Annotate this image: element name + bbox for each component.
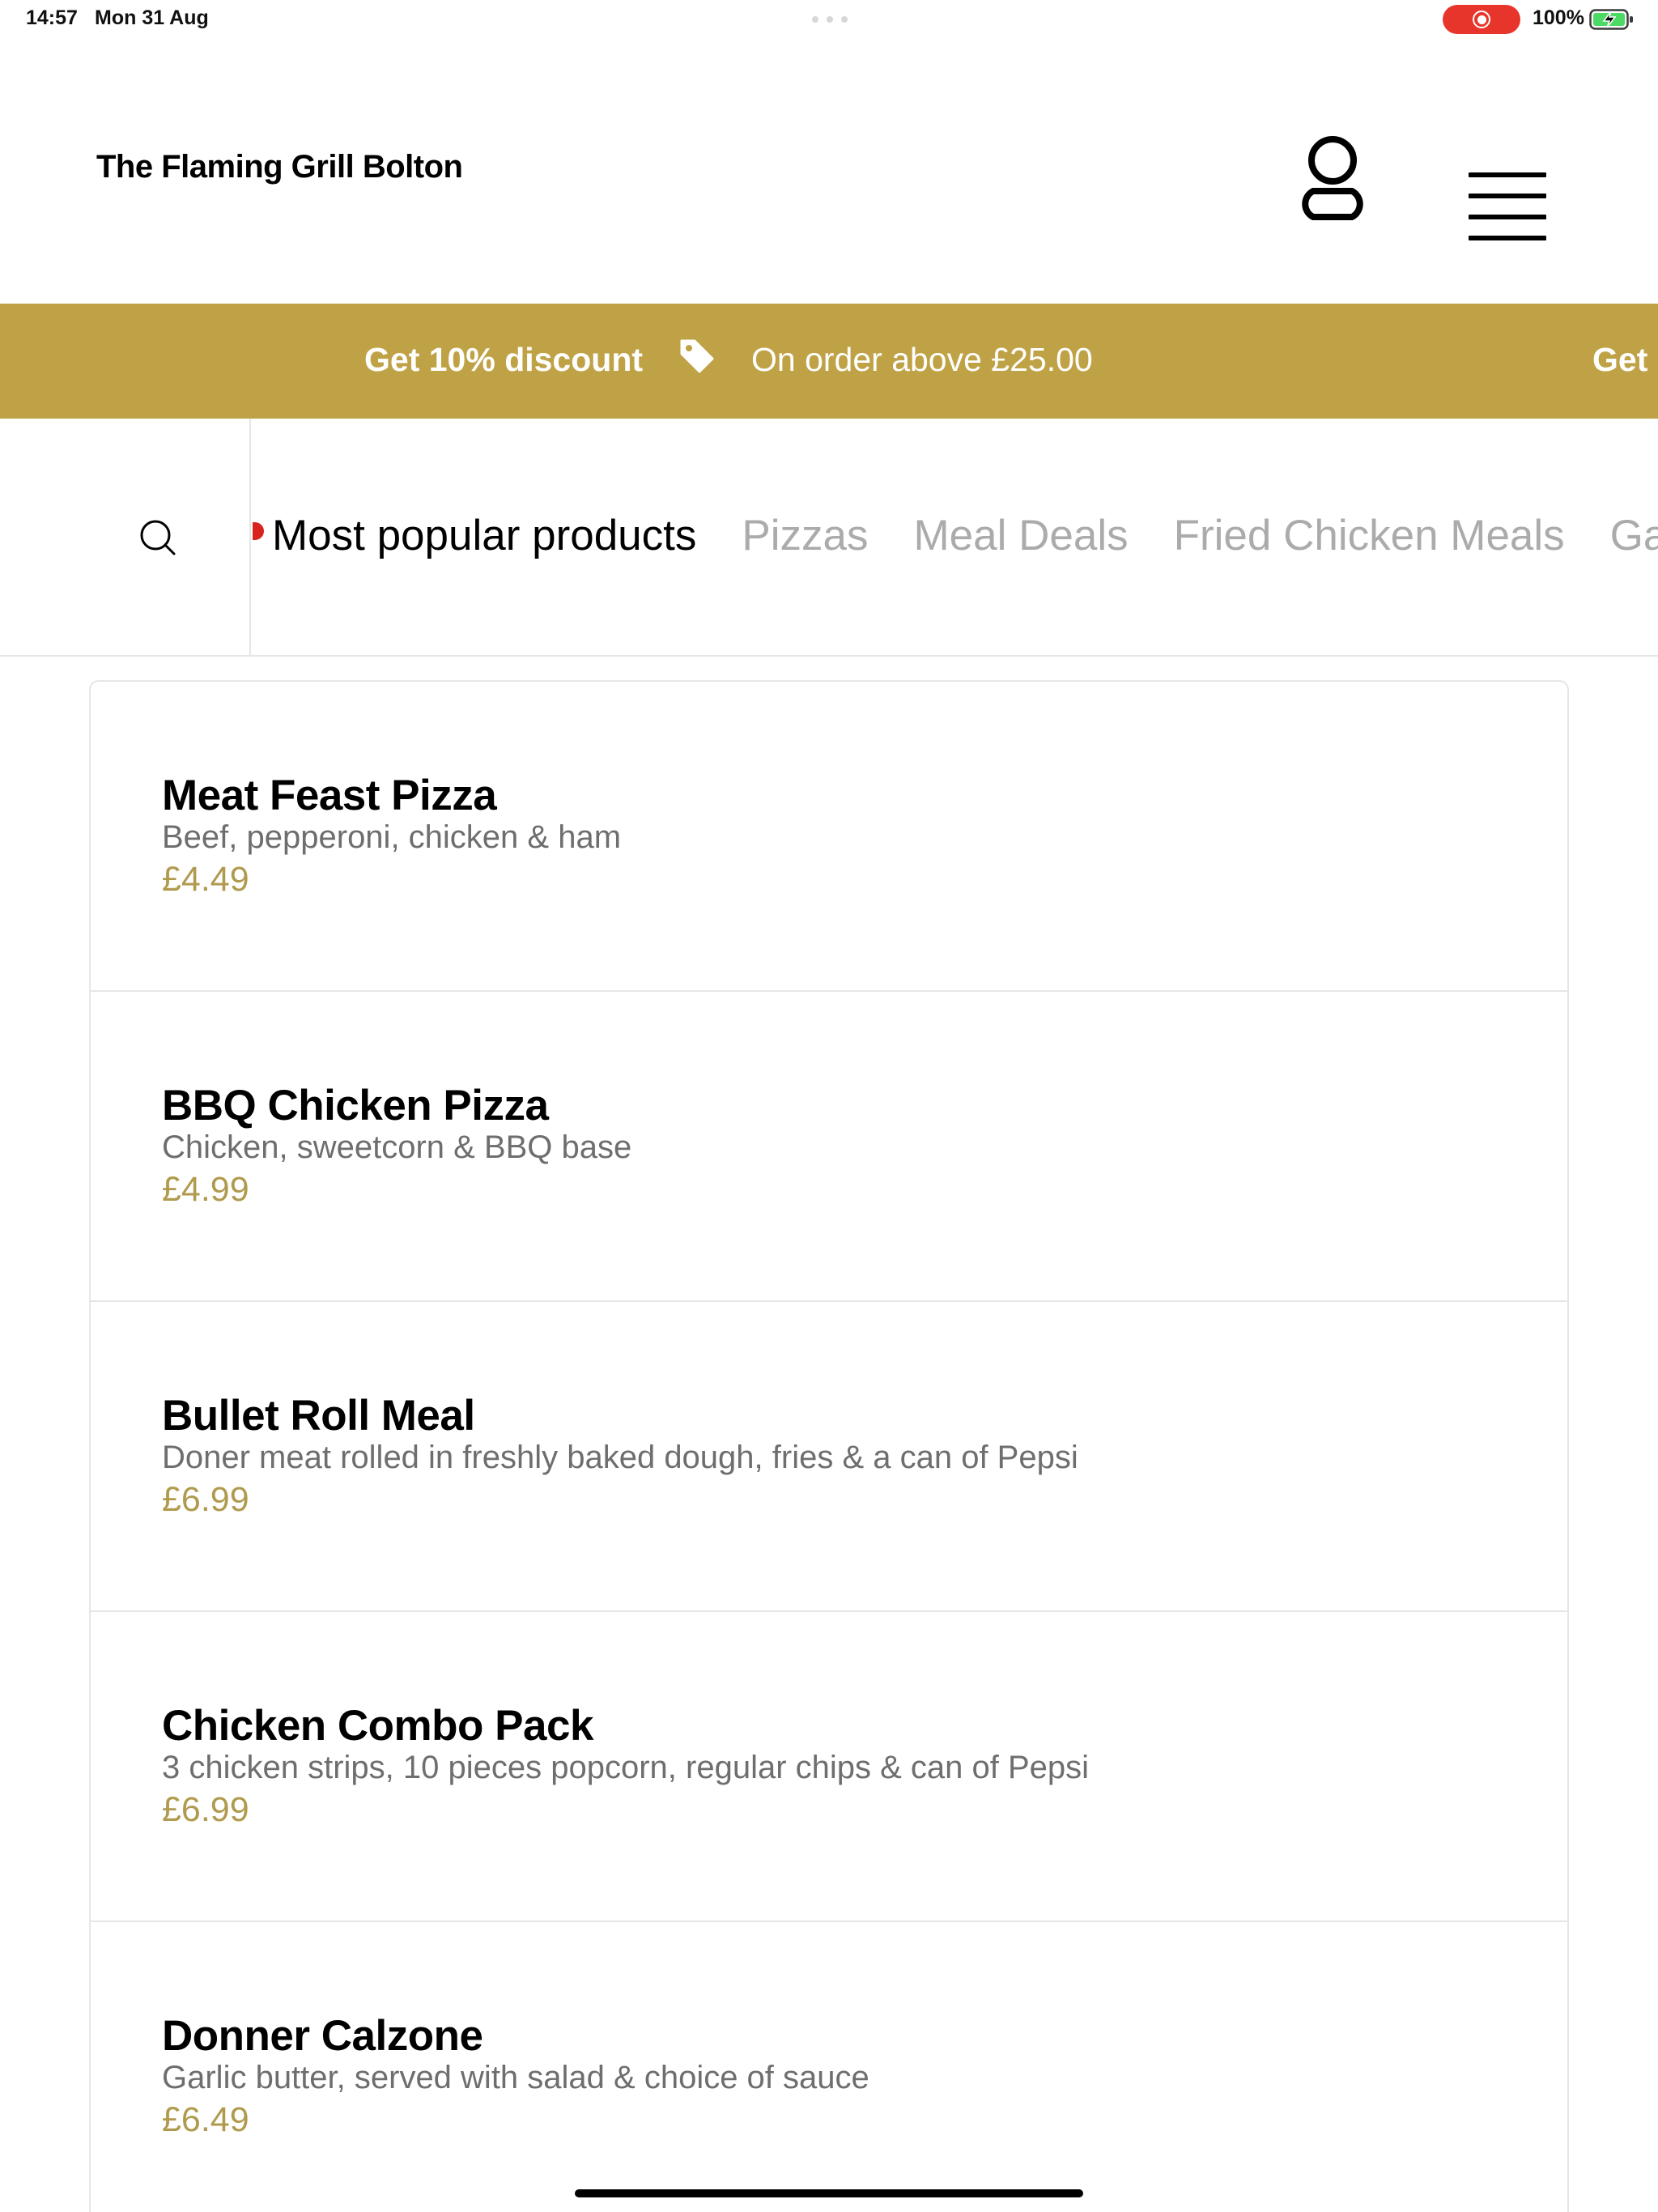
product-name: BBQ Chicken Pizza [162, 1082, 549, 1129]
battery-percentage: 100% [1533, 6, 1584, 29]
product-price: £4.99 [162, 1170, 249, 1209]
status-bar: 14:57 Mon 31 Aug 100% [0, 0, 1658, 39]
promo-title: Get 10% discount [364, 341, 644, 378]
search-button[interactable] [0, 419, 251, 655]
product-description: Doner meat rolled in freshly baked dough… [162, 1440, 1078, 1475]
search-icon [140, 520, 176, 555]
product-card[interactable]: Donner Calzone Garlic butter, served wit… [91, 1922, 1567, 2212]
product-description: Chicken, sweetcorn & BBQ base [162, 1129, 632, 1165]
screen-recording-indicator[interactable] [1443, 5, 1520, 34]
category-tabs: Most popular products Pizzas Meal Deals … [272, 512, 1658, 559]
product-list: Meat Feast Pizza Beef, pepperoni, chicke… [89, 680, 1569, 2212]
product-price: £6.49 [162, 2100, 249, 2139]
multitasking-dots-icon[interactable] [812, 16, 848, 23]
battery-charging-icon [1589, 9, 1633, 30]
product-price: £6.99 [162, 1480, 249, 1519]
tab-pizzas[interactable]: Pizzas [742, 512, 868, 559]
product-description: 3 chicken strips, 10 pieces popcorn, reg… [162, 1750, 1090, 1785]
product-price: £6.99 [162, 1790, 249, 1829]
product-card[interactable]: Meat Feast Pizza Beef, pepperoni, chicke… [91, 682, 1567, 992]
product-description: Garlic butter, served with salad & choic… [162, 2060, 869, 2095]
tab-fried-chicken-meals[interactable]: Fried Chicken Meals [1174, 512, 1565, 559]
product-card[interactable]: BBQ Chicken Pizza Chicken, sweetcorn & B… [91, 992, 1567, 1302]
record-dot [1477, 15, 1486, 24]
user-icon[interactable] [1294, 126, 1371, 223]
promo-subtitle: On order above £25.00 [751, 341, 1093, 378]
tab-most-popular-products[interactable]: Most popular products [272, 512, 696, 559]
tag-icon [680, 339, 714, 373]
category-tabs-scroller[interactable]: Most popular products Pizzas Meal Deals … [253, 419, 1658, 655]
home-indicator[interactable] [575, 2189, 1083, 2197]
status-time: 14:57 [26, 6, 78, 29]
product-name: Meat Feast Pizza [162, 772, 497, 819]
promo-title-repeat: Get 1 [1592, 341, 1658, 378]
status-date: Mon 31 Aug [95, 6, 209, 29]
tab-garlic[interactable]: Garli [1610, 512, 1658, 559]
product-card[interactable]: Chicken Combo Pack 3 chicken strips, 10 … [91, 1612, 1567, 1922]
hamburger-menu-icon[interactable] [1462, 171, 1546, 244]
product-name: Bullet Roll Meal [162, 1392, 475, 1440]
product-name: Donner Calzone [162, 2012, 483, 2060]
product-price: £4.49 [162, 860, 249, 899]
app-header: The Flaming Grill Bolton [0, 39, 1658, 304]
promo-banner: Get 10% discount On order above £25.00 G… [0, 304, 1658, 419]
store-title: The Flaming Grill Bolton [96, 149, 463, 185]
product-description: Beef, pepperoni, chicken & ham [162, 819, 622, 855]
product-name: Chicken Combo Pack [162, 1702, 593, 1750]
category-nav: Most popular products Pizzas Meal Deals … [0, 419, 1658, 657]
product-card[interactable]: Bullet Roll Meal Doner meat rolled in fr… [91, 1302, 1567, 1612]
tab-meal-deals[interactable]: Meal Deals [914, 512, 1129, 559]
tab-indicator-icon [253, 522, 264, 540]
